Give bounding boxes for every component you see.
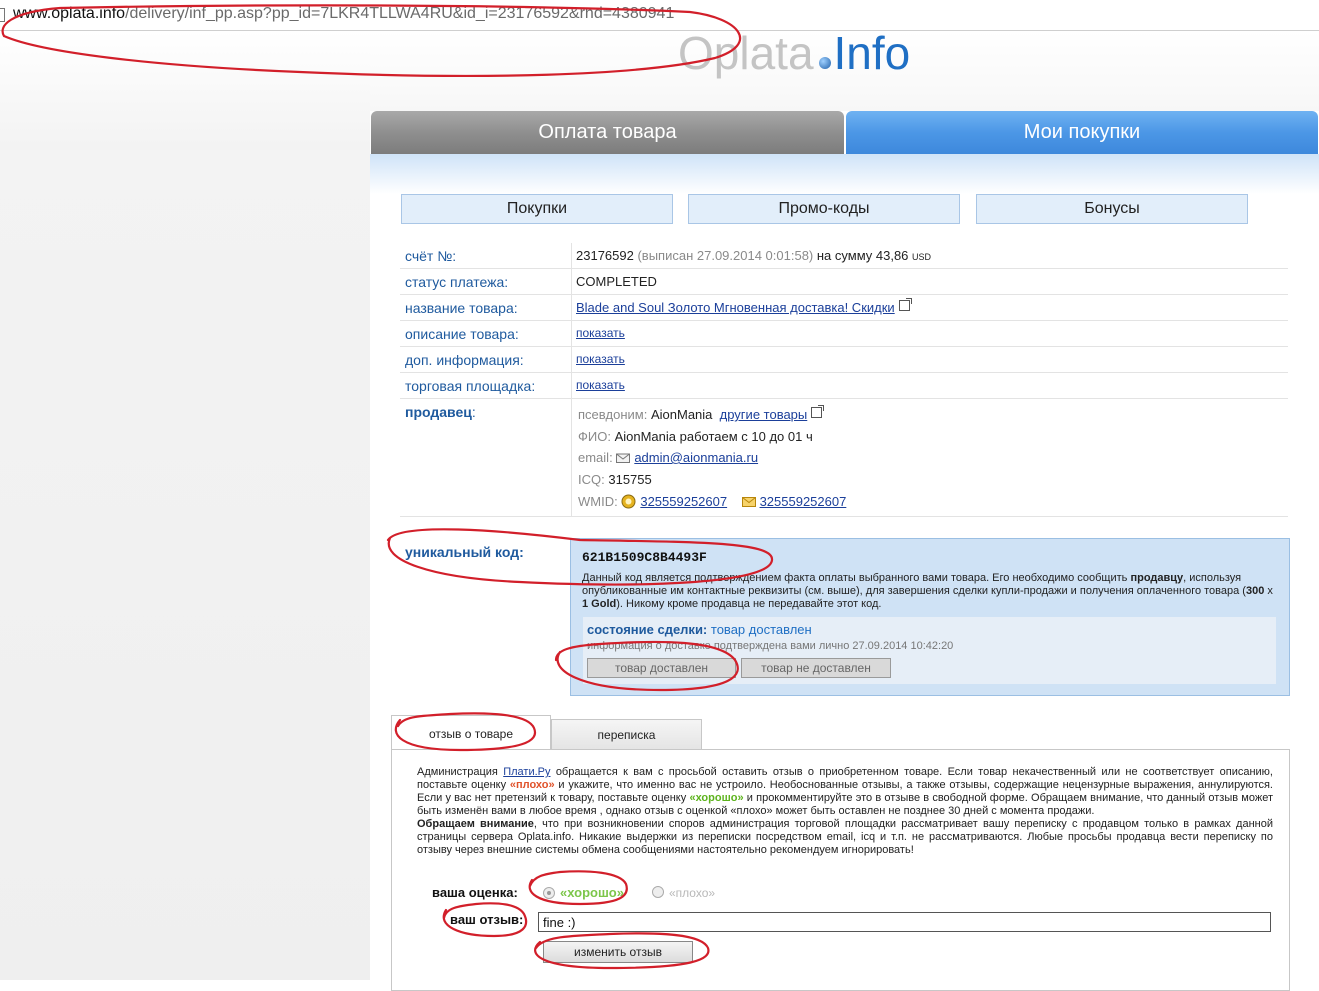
purchases-button[interactable]: Покупки: [401, 194, 673, 224]
external-link-icon[interactable]: [898, 298, 912, 311]
marketplace-row: торговая площадка: показать: [400, 373, 1288, 399]
seller-label: продавец:: [405, 404, 476, 420]
other-goods-link[interactable]: другие товары: [720, 407, 808, 422]
promo-codes-button[interactable]: Промо-коды: [688, 194, 960, 224]
seller-email-link[interactable]: admin@aionmania.ru: [634, 450, 758, 465]
seller-wmid: WMID: 325559252607 325559252607: [578, 494, 847, 509]
status-value: COMPLETED: [576, 274, 657, 289]
seller-alias: псевдоним: AionMania другие товары: [578, 405, 825, 422]
plati-link[interactable]: Плати.Ру: [503, 766, 550, 778]
rating-good-label[interactable]: «хорошо»: [560, 885, 624, 900]
deal-info: информация о доставке подтверждена вами …: [587, 640, 954, 652]
unique-code-label: уникальный код:: [405, 544, 524, 560]
code-note: Данный код является подтверждением факта…: [582, 572, 1273, 610]
show-extra-info-link[interactable]: показать: [576, 352, 625, 366]
not-delivered-button[interactable]: товар не доставлен: [741, 658, 891, 678]
invoice-value: 23176592 (выписан 27.09.2014 0:01:58) на…: [576, 248, 932, 263]
address-bar[interactable]: www.oplata.info/delivery/inf_pp.asp?pp_i…: [0, 0, 1319, 31]
delivered-button[interactable]: товар доставлен: [587, 658, 736, 678]
invoice-label: счёт №:: [405, 248, 457, 264]
tab-my-purchases[interactable]: Мои покупки: [846, 111, 1318, 154]
review-label: ваш отзыв:: [450, 912, 524, 927]
logo-dot-icon: [818, 57, 831, 69]
extra-info-label: доп. информация:: [405, 352, 524, 368]
email-icon: [616, 453, 631, 463]
url-text[interactable]: www.oplata.info/delivery/inf_pp.asp?pp_i…: [13, 5, 674, 23]
oplata-logo[interactable]: Oplata Info: [678, 26, 910, 80]
rating-label: ваша оценка:: [432, 885, 518, 900]
bonuses-button[interactable]: Бонусы: [976, 194, 1248, 224]
unique-code-value[interactable]: 621B1509C8B4493F: [582, 550, 707, 565]
rating-bad-label[interactable]: «плохо»: [669, 886, 715, 900]
description-label: описание товара:: [405, 326, 519, 342]
product-row: название товара: Blade and Soul Золото М…: [400, 295, 1288, 321]
status-row: статус платежа: COMPLETED: [400, 269, 1288, 295]
page-background: [0, 31, 370, 980]
seller-icq: ICQ: 315755: [578, 472, 652, 487]
webmoney-icon: [621, 494, 636, 509]
product-label: название товара:: [405, 300, 518, 316]
rating-bad-radio[interactable]: [652, 886, 664, 898]
wmid-link-2[interactable]: 325559252607: [760, 494, 847, 509]
message-icon[interactable]: [741, 496, 756, 507]
tab-payment[interactable]: Оплата товара: [371, 111, 844, 154]
wmid-link-1[interactable]: 325559252607: [640, 494, 727, 509]
invoice-row: счёт №: 23176592 (выписан 27.09.2014 0:0…: [400, 243, 1288, 269]
show-description-link[interactable]: показать: [576, 326, 625, 340]
deal-status: состояние сделки: товар доставлен: [587, 622, 812, 637]
seller-email: email: admin@aionmania.ru: [578, 450, 759, 465]
seller-fio: ФИО: AionMania работаем с 10 до 01 ч: [578, 429, 813, 444]
change-review-button[interactable]: изменить отзыв: [543, 941, 693, 963]
review-instructions: Администрация Плати.Ру обращается к вам …: [417, 766, 1273, 856]
review-panel: Администрация Плати.Ру обращается к вам …: [391, 749, 1290, 991]
page-icon: [0, 8, 5, 22]
deal-status-panel: состояние сделки: товар доставлен информ…: [583, 617, 1276, 684]
rating-good-radio[interactable]: [543, 887, 555, 899]
extra-info-row: доп. информация: показать: [400, 347, 1288, 373]
show-marketplace-link[interactable]: показать: [576, 378, 625, 392]
product-link[interactable]: Blade and Soul Золото Мгновенная доставк…: [576, 300, 895, 315]
description-row: описание товара: показать: [400, 321, 1288, 347]
tab-correspondence[interactable]: переписка: [551, 719, 702, 750]
review-input[interactable]: fine :): [538, 912, 1271, 932]
code-panel: 621B1509C8B4493F Данный код является под…: [570, 538, 1290, 696]
external-link-icon[interactable]: [811, 405, 825, 418]
status-label: статус платежа:: [405, 274, 509, 290]
tab-review[interactable]: отзыв о товаре: [391, 715, 551, 751]
marketplace-label: торговая площадка:: [405, 378, 536, 394]
